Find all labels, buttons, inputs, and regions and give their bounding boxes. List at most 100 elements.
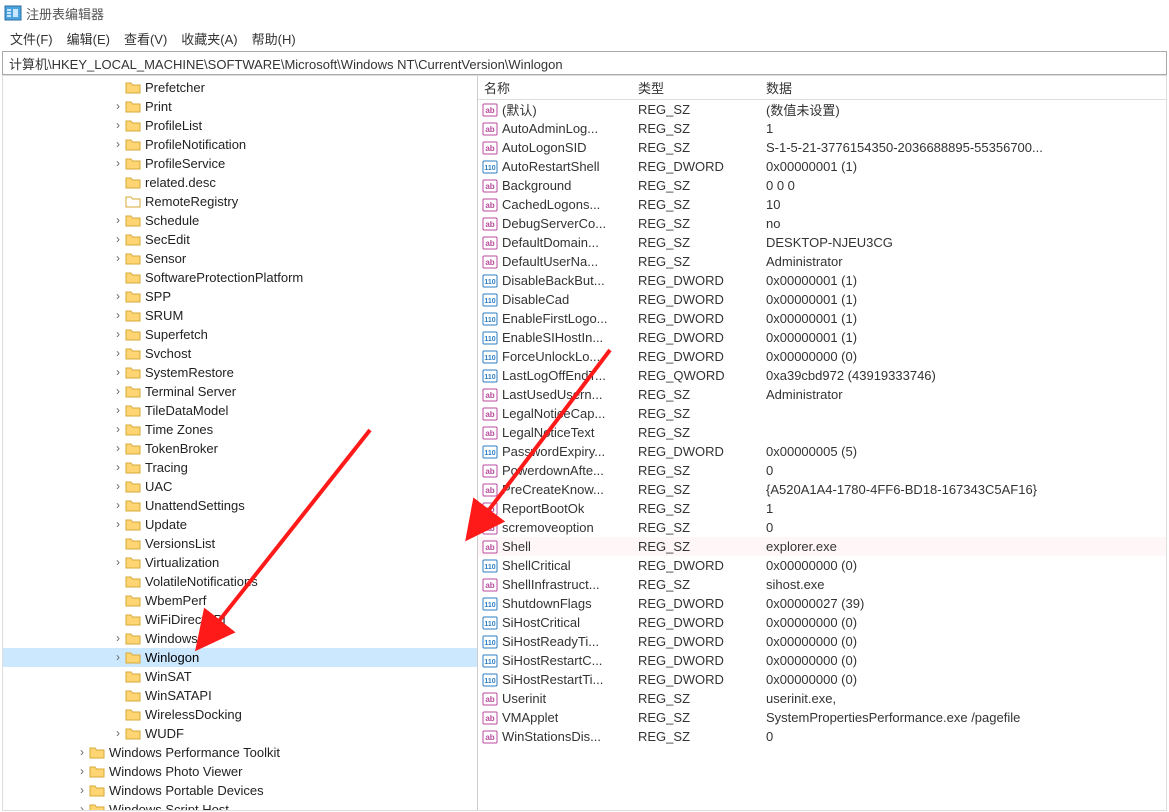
menu-help[interactable]: 帮助(H) bbox=[246, 27, 302, 50]
expander-icon[interactable]: › bbox=[111, 401, 125, 420]
expander-icon[interactable]: › bbox=[111, 344, 125, 363]
value-row[interactable]: ab(默认)REG_SZ(数值未设置) bbox=[478, 100, 1166, 119]
expander-icon[interactable]: › bbox=[75, 800, 89, 810]
expander-icon[interactable]: › bbox=[111, 724, 125, 743]
value-row[interactable]: abscremoveoptionREG_SZ0 bbox=[478, 518, 1166, 537]
value-row[interactable]: 110EnableSIHostIn...REG_DWORD0x00000001 … bbox=[478, 328, 1166, 347]
values-pane[interactable]: 名称 类型 数据 ab(默认)REG_SZ(数值未设置)abAutoAdminL… bbox=[478, 76, 1166, 810]
tree-item[interactable]: ›Superfetch bbox=[3, 325, 477, 344]
expander-icon[interactable]: › bbox=[111, 306, 125, 325]
tree-item[interactable]: ›Windows Script Host bbox=[3, 800, 477, 810]
tree-item[interactable]: ›SystemRestore bbox=[3, 363, 477, 382]
tree-item[interactable]: ›UAC bbox=[3, 477, 477, 496]
value-row[interactable]: abUserinitREG_SZuserinit.exe, bbox=[478, 689, 1166, 708]
value-row[interactable]: abPowerdownAfte...REG_SZ0 bbox=[478, 461, 1166, 480]
tree-item[interactable]: ›Svchost bbox=[3, 344, 477, 363]
tree-item[interactable]: VersionsList bbox=[3, 534, 477, 553]
expander-icon[interactable]: › bbox=[111, 477, 125, 496]
tree-pane[interactable]: Prefetcher›Print›ProfileList›ProfileNoti… bbox=[3, 76, 478, 810]
tree-item[interactable]: SoftwareProtectionPlatform bbox=[3, 268, 477, 287]
tree-item[interactable]: WbemPerf bbox=[3, 591, 477, 610]
menu-view[interactable]: 查看(V) bbox=[118, 27, 173, 50]
value-row[interactable]: abShellInfrastruct...REG_SZsihost.exe bbox=[478, 575, 1166, 594]
value-row[interactable]: abLastUsedUsern...REG_SZAdministrator bbox=[478, 385, 1166, 404]
expander-icon[interactable]: › bbox=[111, 135, 125, 154]
tree-item[interactable]: ›Schedule bbox=[3, 211, 477, 230]
menu-file[interactable]: 文件(F) bbox=[4, 27, 59, 50]
expander-icon[interactable]: › bbox=[111, 249, 125, 268]
value-row[interactable]: abAutoLogonSIDREG_SZS-1-5-21-3776154350-… bbox=[478, 138, 1166, 157]
column-name[interactable]: 名称 bbox=[478, 78, 638, 97]
value-row[interactable]: abVMAppletREG_SZSystemPropertiesPerforma… bbox=[478, 708, 1166, 727]
value-row[interactable]: abAutoAdminLog...REG_SZ1 bbox=[478, 119, 1166, 138]
tree-item[interactable]: ›WUDF bbox=[3, 724, 477, 743]
tree-item[interactable]: ›Windows Performance Toolkit bbox=[3, 743, 477, 762]
value-row[interactable]: abWinStationsDis...REG_SZ0 bbox=[478, 727, 1166, 746]
tree-item[interactable]: ›Winlogon bbox=[3, 648, 477, 667]
value-row[interactable]: 110SiHostReadyTi...REG_DWORD0x00000000 (… bbox=[478, 632, 1166, 651]
value-row[interactable]: 110PasswordExpiry...REG_DWORD0x00000005 … bbox=[478, 442, 1166, 461]
tree-item[interactable]: ›Tracing bbox=[3, 458, 477, 477]
tree-item[interactable]: RemoteRegistry bbox=[3, 192, 477, 211]
tree-item[interactable]: ›ProfileService bbox=[3, 154, 477, 173]
value-row[interactable]: 110SiHostRestartTi...REG_DWORD0x00000000… bbox=[478, 670, 1166, 689]
expander-icon[interactable]: › bbox=[75, 781, 89, 800]
expander-icon[interactable]: › bbox=[111, 325, 125, 344]
expander-icon[interactable]: › bbox=[111, 154, 125, 173]
expander-icon[interactable]: › bbox=[111, 363, 125, 382]
tree-item[interactable]: ›UnattendSettings bbox=[3, 496, 477, 515]
expander-icon[interactable]: › bbox=[111, 382, 125, 401]
tree-item[interactable]: ›ProfileList bbox=[3, 116, 477, 135]
value-row[interactable]: 110ForceUnlockLo...REG_DWORD0x00000000 (… bbox=[478, 347, 1166, 366]
value-row[interactable]: 110SiHostRestartC...REG_DWORD0x00000000 … bbox=[478, 651, 1166, 670]
tree-item[interactable]: ›TileDataModel bbox=[3, 401, 477, 420]
value-row[interactable]: abReportBootOkREG_SZ1 bbox=[478, 499, 1166, 518]
tree-item[interactable]: ›SRUM bbox=[3, 306, 477, 325]
value-row[interactable]: abLegalNoticeTextREG_SZ bbox=[478, 423, 1166, 442]
value-row[interactable]: abPreCreateKnow...REG_SZ{A520A1A4-1780-4… bbox=[478, 480, 1166, 499]
expander-icon[interactable]: › bbox=[111, 496, 125, 515]
tree-item[interactable]: ›Windows Photo Viewer bbox=[3, 762, 477, 781]
tree-item[interactable]: ›Terminal Server bbox=[3, 382, 477, 401]
expander-icon[interactable]: › bbox=[111, 553, 125, 572]
expander-icon[interactable]: › bbox=[111, 629, 125, 648]
value-row[interactable]: 110DisableCadREG_DWORD0x00000001 (1) bbox=[478, 290, 1166, 309]
value-row[interactable]: abDebugServerCo...REG_SZno bbox=[478, 214, 1166, 233]
expander-icon[interactable]: › bbox=[111, 648, 125, 667]
tree-item[interactable]: ›TokenBroker bbox=[3, 439, 477, 458]
tree-item[interactable]: ›ProfileNotification bbox=[3, 135, 477, 154]
expander-icon[interactable]: › bbox=[111, 97, 125, 116]
value-row[interactable]: abDefaultUserNa...REG_SZAdministrator bbox=[478, 252, 1166, 271]
expander-icon[interactable]: › bbox=[111, 515, 125, 534]
tree-item[interactable]: ›SecEdit bbox=[3, 230, 477, 249]
value-row[interactable]: abBackgroundREG_SZ0 0 0 bbox=[478, 176, 1166, 195]
tree-item[interactable]: WinSATAPI bbox=[3, 686, 477, 705]
value-row[interactable]: 110AutoRestartShellREG_DWORD0x00000001 (… bbox=[478, 157, 1166, 176]
value-row[interactable]: abCachedLogons...REG_SZ10 bbox=[478, 195, 1166, 214]
expander-icon[interactable]: › bbox=[111, 420, 125, 439]
tree-item[interactable]: WirelessDocking bbox=[3, 705, 477, 724]
value-row[interactable]: 110DisableBackBut...REG_DWORD0x00000001 … bbox=[478, 271, 1166, 290]
value-row[interactable]: 110SiHostCriticalREG_DWORD0x00000000 (0) bbox=[478, 613, 1166, 632]
tree-item[interactable]: ›Sensor bbox=[3, 249, 477, 268]
value-row[interactable]: 110EnableFirstLogo...REG_DWORD0x00000001… bbox=[478, 309, 1166, 328]
tree-item[interactable]: VolatileNotifications bbox=[3, 572, 477, 591]
tree-item[interactable]: WinSAT bbox=[3, 667, 477, 686]
tree-item[interactable]: ›Windows bbox=[3, 629, 477, 648]
tree-item[interactable]: ›Update bbox=[3, 515, 477, 534]
column-data[interactable]: 数据 bbox=[766, 78, 1166, 97]
menu-favorites[interactable]: 收藏夹(A) bbox=[175, 27, 243, 50]
expander-icon[interactable]: › bbox=[111, 211, 125, 230]
column-type[interactable]: 类型 bbox=[638, 78, 766, 97]
tree-item[interactable]: ›SPP bbox=[3, 287, 477, 306]
expander-icon[interactable]: › bbox=[75, 762, 89, 781]
value-row[interactable]: 110LastLogOffEndT...REG_QWORD0xa39cbd972… bbox=[478, 366, 1166, 385]
tree-item[interactable]: Prefetcher bbox=[3, 78, 477, 97]
expander-icon[interactable]: › bbox=[75, 743, 89, 762]
value-row[interactable]: abShellREG_SZexplorer.exe bbox=[478, 537, 1166, 556]
value-row[interactable]: 110ShutdownFlagsREG_DWORD0x00000027 (39) bbox=[478, 594, 1166, 613]
expander-icon[interactable]: › bbox=[111, 439, 125, 458]
expander-icon[interactable]: › bbox=[111, 287, 125, 306]
menu-edit[interactable]: 编辑(E) bbox=[61, 27, 116, 50]
tree-item[interactable]: WiFiDirectAPI bbox=[3, 610, 477, 629]
